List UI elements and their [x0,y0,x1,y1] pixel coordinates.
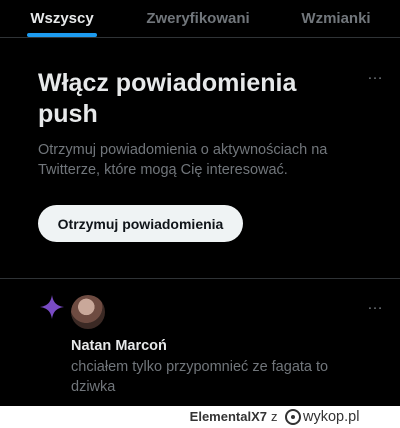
notification-text: chciałem tylko przypomnieć ze fagata to … [71,359,329,395]
notification-user-name[interactable]: Natan Marcoń [71,338,167,354]
push-notifications-prompt: … Włącz powiadomienia push Otrzymuj powi… [0,39,400,279]
watermark-bar: ElementalX7 z wykop.pl [0,406,400,428]
watermark-user: ElementalX7 [189,409,267,424]
push-prompt-title: Włącz powiadomienia push [38,69,297,128]
tab-mentions-label: Wzmianki [301,10,371,27]
sparkle-icon [40,295,64,319]
tab-mentions[interactable]: Wzmianki [272,0,400,37]
more-options-icon[interactable]: … [367,67,384,83]
notification-tabs: Wszyscy Zweryfikowani Wzmianki [0,0,400,38]
wykop-logo: wykop.pl [285,407,359,427]
notification-item[interactable]: … Natan Marcoń chciałem tylko przypomnie… [0,280,400,404]
more-options-icon[interactable]: … [367,297,384,313]
tab-all[interactable]: Wszyscy [0,0,124,37]
watermark-connector: z [271,409,278,424]
active-tab-indicator [27,33,97,37]
avatar[interactable] [71,295,105,329]
enable-notifications-button[interactable]: Otrzymuj powiadomienia [38,205,243,242]
push-prompt-description: Otrzymuj powiadomienia o aktywnościach n… [38,142,328,178]
tab-verified-label: Zweryfikowani [146,10,250,27]
wykop-logo-text: wykop.pl [303,409,360,425]
wykop-logo-icon [285,409,301,425]
tab-verified[interactable]: Zweryfikowani [124,0,272,37]
tab-all-label: Wszyscy [30,10,94,27]
